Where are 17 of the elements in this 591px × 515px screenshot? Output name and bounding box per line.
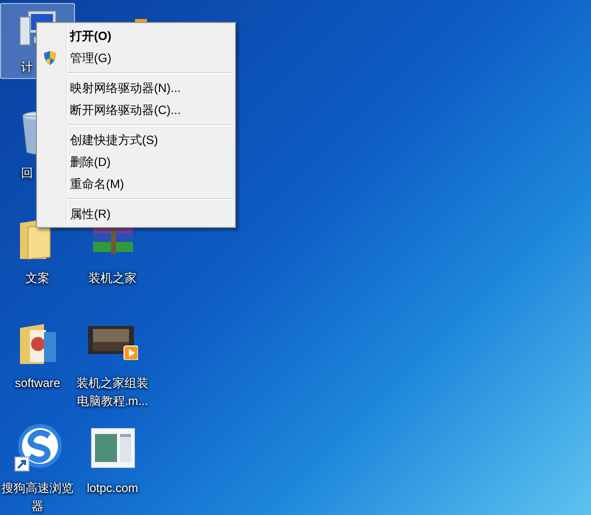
menu-item[interactable]: 打开(O) [70,27,112,45]
icon-label[interactable]: lotpc.com [86,479,138,497]
icon-label[interactable]: 装机之家 [88,269,136,287]
menu-item[interactable]: 断开网络驱动器(C)... [70,101,181,119]
menu-item[interactable]: 管理(G) [70,49,112,67]
menu-item[interactable]: 映射网络驱动器(N)... [70,79,181,97]
menu-item[interactable]: 删除(D) [70,153,111,171]
icon-label[interactable]: 装机之家组装电脑教程.m... [76,374,149,410]
icon-label[interactable]: 文案 [26,269,50,287]
icon-label[interactable]: 计 [1,58,33,76]
icon-label[interactable]: 回 [1,164,33,182]
shield-icon [42,50,58,66]
icon-label[interactable]: 搜狗高速浏览器 [1,479,74,515]
menu-item[interactable]: 创建快捷方式(S) [70,131,158,149]
menu-item[interactable]: 重命名(M) [70,175,124,193]
icon-label[interactable]: software [14,374,60,392]
menu-item[interactable]: 属性(R) [70,205,111,223]
